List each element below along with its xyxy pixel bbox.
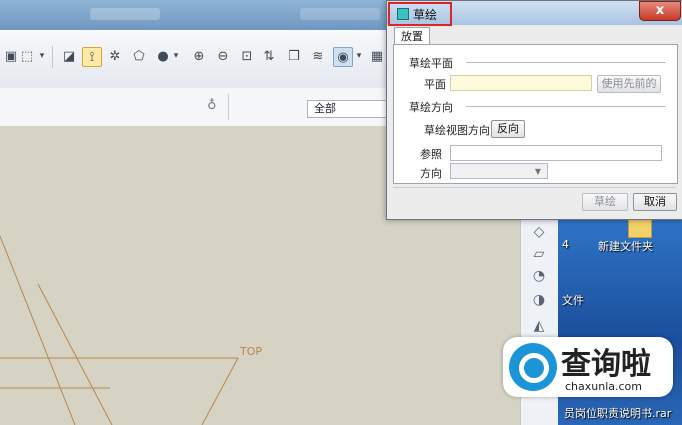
toolbar-separator xyxy=(52,46,53,68)
orientation-select[interactable]: ▼ xyxy=(450,163,548,179)
orient-icon[interactable]: ⬠ xyxy=(130,47,148,65)
dropdown-arrow-icon[interactable]: ▾ xyxy=(38,47,46,65)
select-box-icon[interactable]: ⬚ xyxy=(18,47,36,65)
placement-pane: 草绘平面 平面 使用先前的 草绘方向 草绘视图方向 反向 参照 方向 ▼ xyxy=(393,44,678,184)
watermark-title: 查询啦 xyxy=(561,347,651,382)
filter-bar-divider xyxy=(228,94,229,120)
sketch-tool-icon[interactable]: ◪ xyxy=(60,47,78,65)
dropdown-arrow-icon[interactable]: ▾ xyxy=(355,47,363,65)
feature-icon[interactable]: ◔ xyxy=(530,268,548,284)
display-style-icon[interactable]: ◉ xyxy=(333,47,353,67)
section-divider xyxy=(466,62,666,63)
feature-icon[interactable]: ◭ xyxy=(530,318,548,334)
plane-field[interactable] xyxy=(450,75,592,91)
orientation-label: 方向 xyxy=(420,167,442,180)
use-previous-button[interactable]: 使用先前的 xyxy=(597,75,661,93)
dialog-title: 草绘 xyxy=(413,8,438,22)
desktop-icon-label[interactable]: 员岗位职责说明书.rar xyxy=(564,405,671,421)
section-divider xyxy=(466,106,666,107)
datum-plane-edge xyxy=(37,283,113,425)
saved-views-icon[interactable]: ❒ xyxy=(285,47,303,65)
footer-divider xyxy=(393,187,676,188)
reorient-icon[interactable]: ⇅ xyxy=(260,47,278,65)
reference-field[interactable] xyxy=(450,145,662,161)
feature-icon[interactable]: ◇ xyxy=(530,224,548,240)
zoom-in-icon[interactable]: ⊕ xyxy=(190,47,208,65)
selection-filter-select[interactable]: 全部 xyxy=(307,100,397,118)
zoom-out-icon[interactable]: ⊖ xyxy=(214,47,232,65)
sketch-plane-section-title: 草绘平面 xyxy=(409,57,453,70)
spin-icon[interactable]: ✲ xyxy=(106,47,124,65)
sketch-button[interactable]: 草绘 xyxy=(582,193,628,211)
title-blur xyxy=(90,8,160,20)
sketch-orientation-section-title: 草绘方向 xyxy=(409,101,453,114)
dropdown-arrow-icon[interactable]: ▾ xyxy=(172,47,180,65)
sketch-node-icon[interactable]: ⟟ xyxy=(82,47,102,67)
desktop-icon-label[interactable]: 新建文件夹 xyxy=(598,238,653,254)
desktop-icon-label[interactable]: 文件 xyxy=(562,292,584,308)
folder-icon[interactable] xyxy=(628,218,652,238)
watermark: 查询啦 chaxunla.com xyxy=(503,337,673,397)
watermark-url: chaxunla.com xyxy=(565,380,642,393)
flip-button[interactable]: 反向 xyxy=(491,120,525,138)
datum-plane-edge xyxy=(201,357,239,425)
title-blur xyxy=(300,8,380,20)
view-direction-label: 草绘视图方向 xyxy=(424,124,490,137)
desktop-number: 4 xyxy=(562,238,569,251)
datum-display-icon[interactable]: ▦ xyxy=(368,47,386,65)
sketch-dialog: 草绘 x 放置 草绘平面 平面 使用先前的 草绘方向 草绘视图方向 反向 参照 … xyxy=(386,0,682,220)
datum-plane-edge xyxy=(0,235,76,425)
layers-icon[interactable]: ≋ xyxy=(309,47,327,65)
dialog-app-icon xyxy=(397,8,409,20)
plane-label: 平面 xyxy=(424,78,446,91)
refit-icon[interactable]: ⊡ xyxy=(238,47,256,65)
close-button[interactable]: x xyxy=(639,1,681,21)
cancel-button[interactable]: 取消 xyxy=(633,193,677,211)
feature-icon[interactable]: ◑ xyxy=(530,292,548,308)
reference-label: 参照 xyxy=(420,148,442,161)
watermark-logo-icon xyxy=(509,343,557,391)
datum-top-label: TOP xyxy=(239,345,262,358)
feature-icon[interactable]: ▱ xyxy=(530,246,548,262)
bulb-icon: ♁ xyxy=(207,98,217,113)
chevron-down-icon: ▼ xyxy=(534,167,541,176)
shading-sphere-icon[interactable]: ● xyxy=(154,47,172,65)
